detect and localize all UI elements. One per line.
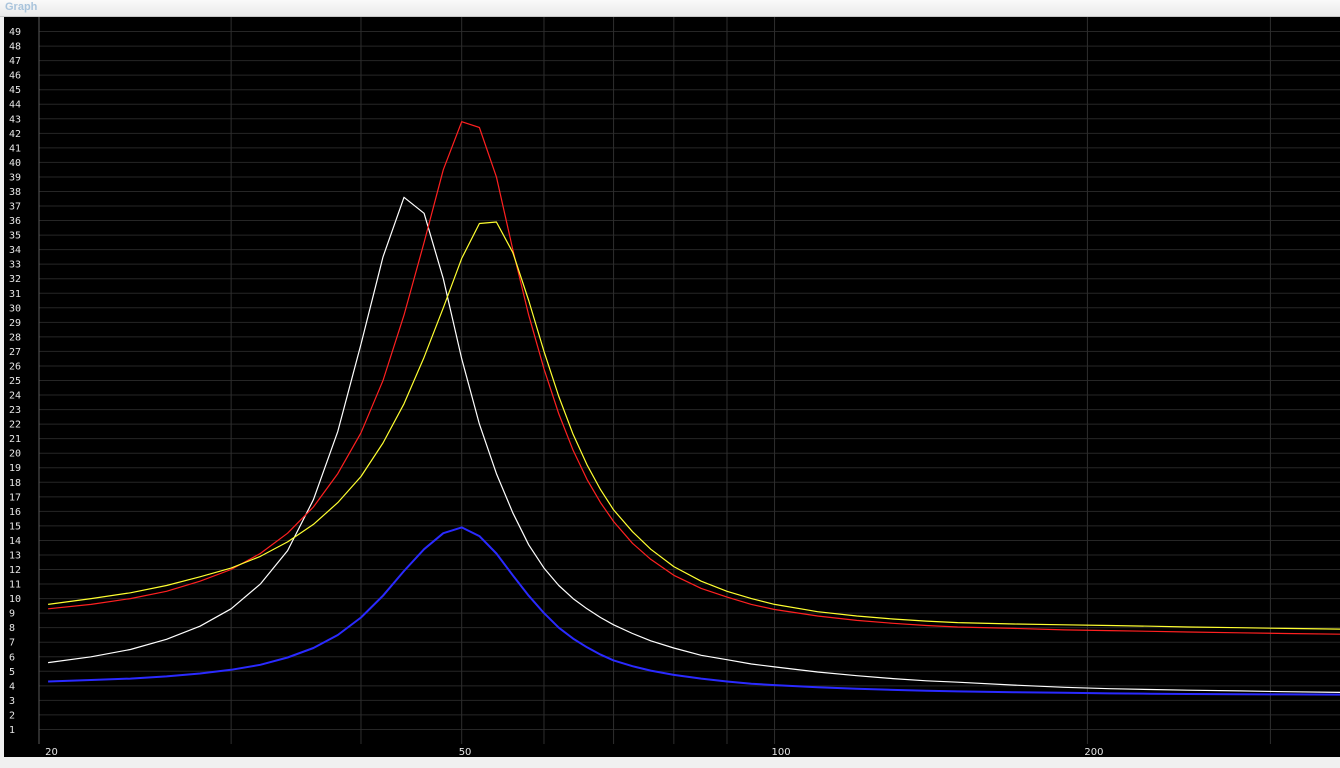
y-tick-label: 44 <box>9 100 21 111</box>
y-tick-label: 31 <box>9 289 21 300</box>
y-tick-label: 24 <box>9 391 21 402</box>
x-tick-label: 100 <box>772 747 791 757</box>
y-tick-label: 35 <box>9 231 21 242</box>
y-tick-label: 32 <box>9 274 21 285</box>
y-tick-label: 34 <box>9 245 21 256</box>
y-tick-label: 13 <box>9 550 21 561</box>
y-tick-label: 7 <box>9 638 15 649</box>
y-tick-label: 38 <box>9 187 21 198</box>
y-tick-label: 3 <box>9 696 15 707</box>
y-tick-label: 40 <box>9 158 21 169</box>
y-tick-label: 47 <box>9 56 21 67</box>
x-tick-label: 20 <box>45 747 58 757</box>
y-tick-label: 29 <box>9 318 21 329</box>
y-tick-label: 14 <box>9 536 21 547</box>
y-tick-label: 48 <box>9 42 21 53</box>
y-tick-label: 39 <box>9 172 21 183</box>
y-tick-label: 25 <box>9 376 21 387</box>
y-tick-label: 43 <box>9 114 21 125</box>
y-tick-label: 9 <box>9 609 15 620</box>
y-tick-label: 41 <box>9 143 21 154</box>
series-line-2 <box>48 121 1340 635</box>
y-tick-label: 45 <box>9 85 21 96</box>
graph-panel[interactable]: 1 2 3 4 5 6 7 8 9 10 11 12 13 14 15 16 17 18 19 20 21 22 23 24 2… <box>4 17 1340 757</box>
y-tick-label: 6 <box>9 652 15 663</box>
x-tick-label: 50 <box>459 747 472 757</box>
y-tick-label: 10 <box>9 594 21 605</box>
y-tick-label: 8 <box>9 623 15 634</box>
y-tick-label: 22 <box>9 420 21 431</box>
y-tick-label: 30 <box>9 303 21 314</box>
window-title: Graph <box>5 1 38 13</box>
y-tick-label: 27 <box>9 347 21 358</box>
graph-plot[interactable]: 1234567891011121314151617181920212223242… <box>4 17 1340 757</box>
y-tick-label: 16 <box>9 507 21 518</box>
y-tick-label: 49 <box>9 27 21 38</box>
y-tick-label: 26 <box>9 361 21 372</box>
y-tick-label: 46 <box>9 71 21 82</box>
y-tick-label: 36 <box>9 216 21 227</box>
series-line-3 <box>48 221 1340 630</box>
y-tick-label: 19 <box>9 463 21 474</box>
series-line-4 <box>48 526 1340 696</box>
y-tick-label: 4 <box>9 681 15 692</box>
y-tick-label: 21 <box>9 434 21 445</box>
y-tick-label: 12 <box>9 565 21 576</box>
y-tick-label: 33 <box>9 260 21 271</box>
window-titlebar: Graph <box>0 0 1340 17</box>
y-tick-label: 28 <box>9 332 21 343</box>
y-tick-label: 23 <box>9 405 21 416</box>
y-tick-label: 15 <box>9 521 21 532</box>
y-tick-label: 5 <box>9 667 15 678</box>
y-tick-label: 20 <box>9 449 21 460</box>
y-tick-label: 17 <box>9 492 21 503</box>
y-tick-label: 1 <box>9 725 15 736</box>
y-tick-label: 2 <box>9 710 15 721</box>
y-tick-label: 18 <box>9 478 21 489</box>
x-tick-label: 200 <box>1084 747 1103 757</box>
y-tick-label: 37 <box>9 202 21 213</box>
y-tick-label: 42 <box>9 129 21 140</box>
series-line-1 <box>48 196 1340 693</box>
y-tick-label: 11 <box>9 580 21 591</box>
